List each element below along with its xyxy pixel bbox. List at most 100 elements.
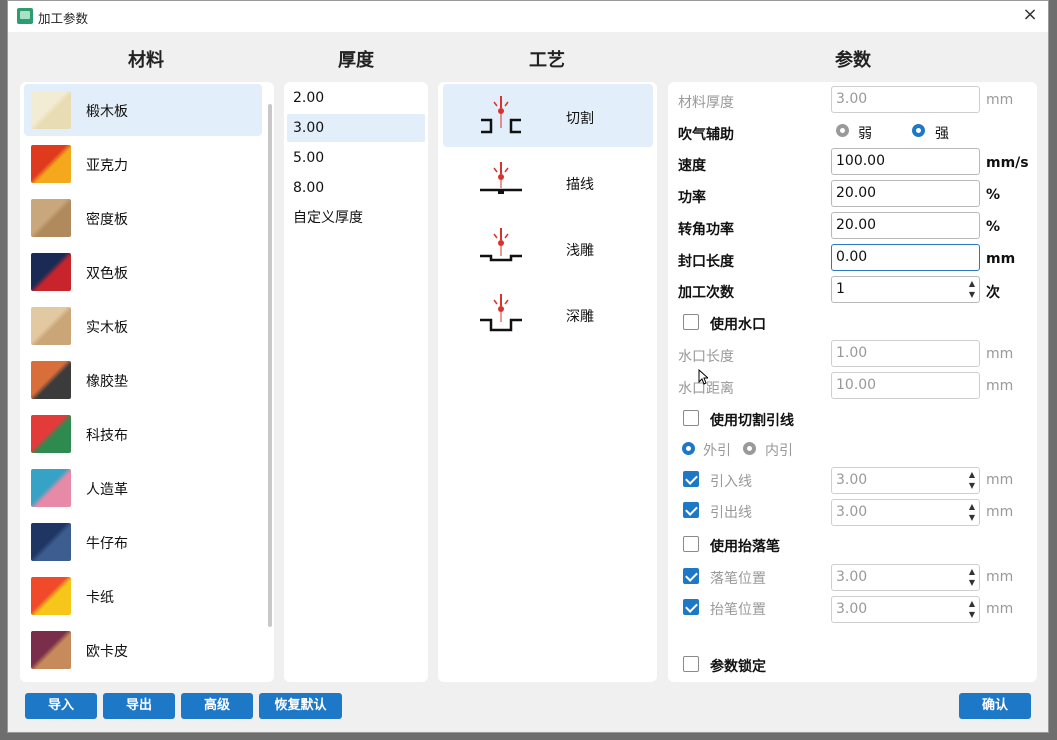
lead-outer-radio[interactable] — [682, 442, 695, 455]
app-icon — [17, 8, 33, 24]
material-label: 亚克力 — [86, 158, 128, 174]
material-label: 密度板 — [86, 212, 128, 228]
material-label: 科技布 — [86, 428, 128, 444]
use-pen-checkbox[interactable] — [683, 536, 699, 552]
seal-length-label: 封口长度 — [678, 254, 734, 270]
material-label: 人造革 — [86, 482, 128, 498]
confirm-button[interactable]: 确认 — [959, 693, 1031, 719]
lead-in-stepper[interactable]: ▲ ▼ — [967, 469, 977, 492]
lead-out-field: 3.00 ▲ ▼ — [831, 499, 980, 526]
material-thickness-label: 材料厚度 — [678, 95, 734, 111]
material-label: 欧卡皮 — [86, 644, 128, 660]
power-field[interactable]: 20.00 — [831, 180, 980, 207]
pen-down-checkbox[interactable] — [683, 568, 699, 584]
lead-out-value: 3.00 — [836, 504, 868, 520]
lead-in-field: 3.00 ▲ ▼ — [831, 467, 980, 494]
thickness-item[interactable]: 2.00 — [287, 84, 425, 112]
material-list: 椴木板亚克力密度板双色板 实木板橡胶垫科技布人造革牛仔布卡纸欧卡皮 — [20, 82, 274, 682]
deep-engrave-icon — [480, 294, 522, 332]
tab-length-label: 水口长度 — [678, 349, 734, 365]
power-unit: % — [986, 187, 1001, 203]
corner-power-unit: % — [986, 219, 1001, 235]
material-item[interactable]: 实木板 — [24, 300, 262, 352]
power-label: 功率 — [678, 190, 706, 206]
use-tab-checkbox[interactable] — [683, 314, 699, 330]
speed-label: 速度 — [678, 158, 706, 174]
export-button[interactable]: 导出 — [103, 693, 175, 719]
lead-out-checkbox[interactable] — [683, 502, 699, 518]
material-item[interactable]: 牛仔布 — [24, 516, 262, 568]
lead-in-label: 引入线 — [710, 474, 752, 490]
close-icon[interactable]: × — [1020, 5, 1040, 25]
air-assist-weak-radio[interactable] — [836, 124, 849, 137]
seal-length-field[interactable]: 0.00 — [831, 244, 980, 271]
lead-inner-radio[interactable] — [743, 442, 756, 455]
air-assist-strong-label: 强 — [935, 126, 949, 142]
material-thumbnail — [31, 577, 71, 615]
material-thickness-field: 3.00 — [831, 86, 980, 113]
process-item-shallow-engrave[interactable]: 浅雕 — [443, 216, 653, 279]
thickness-item[interactable]: 5.00 — [287, 144, 425, 172]
material-thumbnail — [31, 199, 71, 237]
passes-field[interactable]: 1 ▲ ▼ — [831, 276, 980, 303]
restore-defaults-button[interactable]: 恢复默认 — [259, 693, 342, 719]
pen-down-stepper[interactable]: ▲ ▼ — [967, 566, 977, 589]
air-assist-strong-radio[interactable] — [912, 124, 925, 137]
pen-up-stepper[interactable]: ▲ ▼ — [967, 598, 977, 621]
process-label: 浅雕 — [566, 243, 594, 259]
lead-out-unit: mm — [986, 504, 1014, 520]
lead-out-label: 引出线 — [710, 505, 752, 521]
use-pen-label: 使用抬落笔 — [710, 539, 780, 555]
material-thumbnail — [31, 307, 71, 345]
material-label: 卡纸 — [86, 590, 114, 606]
passes-label: 加工次数 — [678, 285, 734, 301]
material-item[interactable]: 卡纸 — [24, 570, 262, 622]
material-header: 材料 — [128, 50, 164, 71]
lock-params-label: 参数锁定 — [710, 659, 766, 675]
process-label: 深雕 — [566, 309, 594, 325]
material-item[interactable]: 人造革 — [24, 462, 262, 514]
use-tab-label: 使用水口 — [710, 317, 766, 333]
material-item[interactable]: 亚克力 — [24, 138, 262, 190]
import-button[interactable]: 导入 — [25, 693, 97, 719]
material-thumbnail — [31, 253, 71, 291]
use-leadin-checkbox[interactable] — [683, 410, 699, 426]
passes-stepper[interactable]: ▲ ▼ — [967, 278, 977, 301]
lead-in-value: 3.00 — [836, 472, 868, 488]
advanced-button[interactable]: 高级 — [181, 693, 253, 719]
material-thumbnail — [31, 415, 71, 453]
material-label: 橡胶垫 — [86, 374, 128, 390]
cut-icon — [481, 96, 521, 134]
tab-distance-unit: mm — [986, 378, 1014, 394]
use-leadin-label: 使用切割引线 — [710, 413, 794, 429]
speed-field[interactable]: 100.00 — [831, 148, 980, 175]
pen-down-label: 落笔位置 — [710, 571, 766, 587]
process-item-cut[interactable]: 切割 — [443, 84, 653, 147]
process-item-trace[interactable]: 描线 — [443, 150, 653, 213]
material-scrollbar[interactable] — [268, 104, 272, 627]
material-item[interactable]: 橡胶垫 — [24, 354, 262, 406]
thickness-item[interactable]: 3.00 — [287, 114, 425, 142]
params-header: 参数 — [835, 50, 871, 71]
corner-power-field[interactable]: 20.00 — [831, 212, 980, 239]
pen-up-checkbox[interactable] — [683, 599, 699, 615]
shallow-engrave-icon — [480, 228, 522, 262]
lead-out-stepper[interactable]: ▲ ▼ — [967, 501, 977, 524]
process-item-deep-engrave[interactable]: 深雕 — [443, 282, 653, 345]
thickness-item[interactable]: 8.00 — [287, 174, 425, 202]
process-label: 描线 — [566, 177, 594, 193]
material-label: 牛仔布 — [86, 536, 128, 552]
air-assist-label: 吹气辅助 — [678, 127, 734, 143]
tab-length-field: 1.00 — [831, 340, 980, 367]
lock-params-checkbox[interactable] — [683, 656, 699, 672]
params-panel: 材料厚度 3.00 mm 吹气辅助 弱 强 速度 100.00 mm/s 功率 … — [668, 82, 1037, 682]
material-item[interactable]: 科技布 — [24, 408, 262, 460]
material-item[interactable]: 密度板 — [24, 192, 262, 244]
material-item[interactable]: 欧卡皮 — [24, 624, 262, 676]
thickness-item[interactable]: 自定义厚度 — [287, 204, 425, 232]
material-item[interactable]: 双色板 — [24, 246, 262, 298]
material-item[interactable]: 椴木板 — [24, 84, 262, 136]
material-thumbnail — [31, 523, 71, 561]
lead-in-checkbox[interactable] — [683, 471, 699, 487]
lead-outer-label: 外引 — [703, 443, 731, 459]
